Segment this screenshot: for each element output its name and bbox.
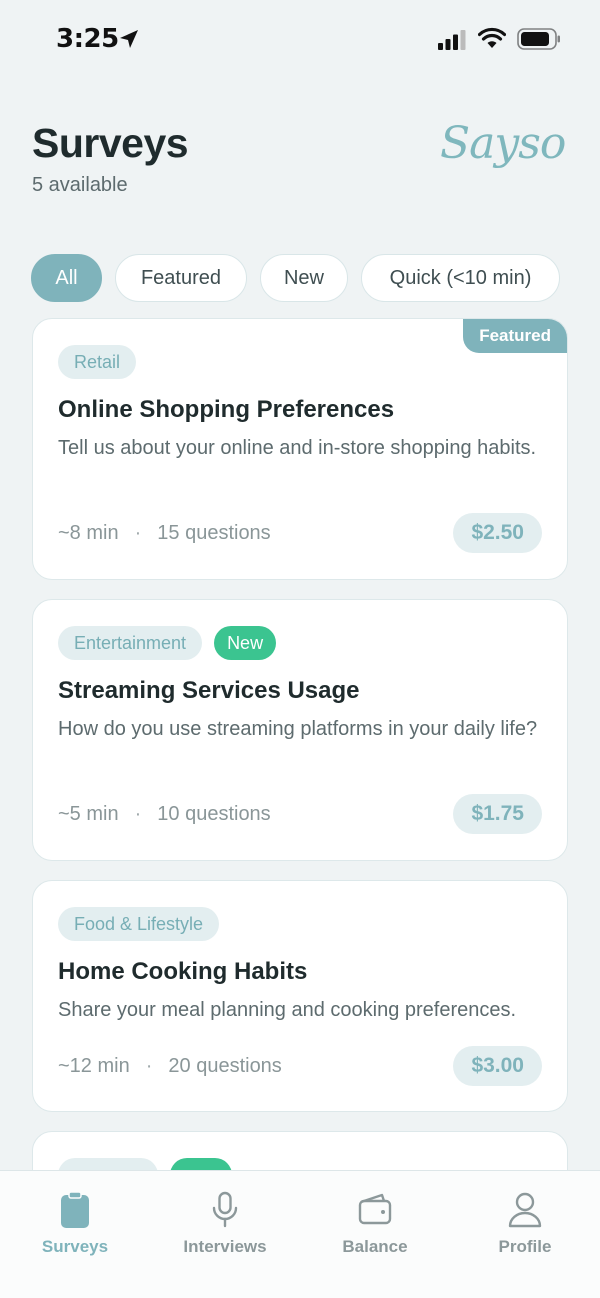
new-badge (170, 1158, 232, 1170)
battery-icon (517, 28, 560, 50)
survey-title: Home Cooking Habits (58, 958, 308, 985)
available-count: 5 available (32, 174, 128, 196)
cellular-signal-icon (438, 30, 466, 50)
status-time: 3:25 (56, 24, 119, 54)
duration-text: ~12 min (58, 1055, 130, 1077)
question-count: 20 questions (168, 1055, 282, 1077)
survey-meta: ~8 min · 15 questions (58, 522, 271, 545)
separator-dot: · (134, 803, 142, 825)
wifi-icon (478, 27, 506, 48)
survey-meta: ~5 min · 10 questions (58, 803, 271, 826)
tab-profile[interactable]: Profile (450, 1191, 600, 1271)
person-icon (508, 1192, 542, 1228)
survey-list: Featured Retail Online Shopping Preferen… (0, 318, 600, 1170)
separator-dot: · (145, 1055, 153, 1077)
survey-title: Streaming Services Usage (58, 677, 360, 704)
status-bar: 3:25 (0, 0, 600, 80)
filter-chip-quick[interactable]: Quick (<10 min) (361, 254, 560, 302)
survey-meta: ~12 min · 20 questions (58, 1055, 282, 1078)
category-tag (58, 1158, 158, 1170)
survey-card[interactable]: Featured Retail Online Shopping Preferen… (32, 318, 568, 580)
filter-chip-new[interactable]: New (260, 254, 348, 302)
separator-dot: · (134, 522, 142, 544)
new-badge: New (214, 626, 277, 660)
category-tag: Food & Lifestyle (58, 907, 220, 941)
reward-badge: $1.75 (453, 794, 542, 834)
survey-description: Tell us about your online and in-store s… (58, 437, 537, 459)
microphone-icon (212, 1191, 238, 1228)
brand-logo: Sayso (440, 118, 566, 169)
featured-ribbon: Featured (463, 319, 567, 353)
clipboard-icon (61, 1191, 89, 1228)
duration-text: ~8 min (58, 522, 119, 544)
tab-label: Surveys (41, 1237, 109, 1256)
tab-bar: Surveys Interviews Balance Profile (0, 1170, 600, 1298)
survey-description: Share your meal planning and cooking pre… (58, 999, 517, 1021)
filter-chip-featured[interactable]: Featured (115, 254, 247, 302)
survey-card[interactable] (32, 1131, 568, 1170)
survey-title: Online Shopping Preferences (58, 396, 395, 423)
survey-description: How do you use streaming platforms in yo… (58, 718, 538, 740)
location-arrow-icon (120, 30, 138, 48)
tab-label: Interviews (183, 1237, 267, 1256)
tab-label: Profile (498, 1237, 552, 1256)
tab-surveys[interactable]: Surveys (0, 1191, 150, 1271)
tab-label: Balance (342, 1237, 408, 1256)
reward-badge: $3.00 (453, 1046, 542, 1086)
reward-badge: $2.50 (453, 513, 542, 553)
question-count: 10 questions (157, 803, 271, 825)
duration-text: ~5 min (58, 803, 119, 825)
wallet-icon (358, 1193, 392, 1225)
filter-chip-all[interactable]: All (31, 254, 102, 302)
tab-interviews[interactable]: Interviews (150, 1191, 300, 1271)
page-title: Surveys (32, 120, 189, 166)
survey-card[interactable]: Entertainment New Streaming Services Usa… (32, 599, 568, 861)
question-count: 15 questions (157, 522, 271, 544)
category-tag: Retail (58, 345, 137, 379)
survey-card[interactable]: Food & Lifestyle Home Cooking Habits Sha… (32, 880, 568, 1112)
tab-balance[interactable]: Balance (300, 1191, 450, 1271)
category-tag: Entertainment (58, 626, 203, 660)
